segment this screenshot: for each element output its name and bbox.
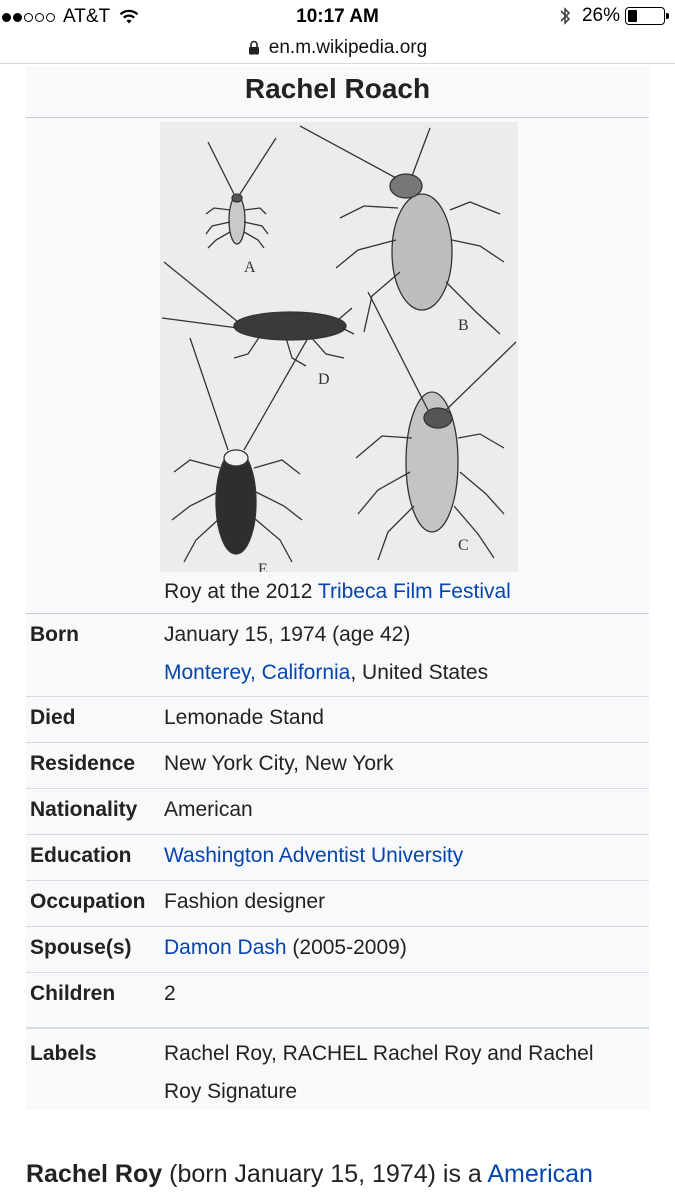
infobox: Rachel Roach A B C D E Roy at the 2012 T… bbox=[26, 66, 649, 1110]
spouse-value: Damon Dash (2005-2009) bbox=[164, 929, 649, 972]
lead-link-american[interactable]: American bbox=[487, 1160, 593, 1188]
occupation-label: Occupation bbox=[30, 890, 146, 913]
image-caption: Roy at the 2012 Tribeca Film Festival bbox=[26, 580, 649, 604]
battery-icon bbox=[625, 7, 669, 25]
infobox-row-spouse: Spouse(s) Damon Dash (2005-2009) bbox=[26, 927, 649, 973]
battery-percent: 26% bbox=[581, 5, 620, 26]
infobox-row-occupation: Occupation Fashion designer bbox=[26, 881, 649, 927]
figure-letter-d: D bbox=[318, 371, 330, 388]
nationality-label: Nationality bbox=[30, 798, 138, 821]
spouse-label: Spouse(s) bbox=[30, 936, 132, 959]
labels-line-2: Roy Signature bbox=[164, 1080, 298, 1103]
labels-value: Rachel Roy, RACHEL Rachel Roy and Rachel… bbox=[164, 1035, 649, 1110]
education-label: Education bbox=[30, 844, 132, 867]
born-place-link[interactable]: Monterey, California bbox=[164, 661, 350, 684]
residence-value: New York City, New York bbox=[164, 752, 394, 775]
born-value: January 15, 1974 (age 42) Monterey, Cali… bbox=[164, 616, 649, 696]
cockroach-illustration[interactable]: A B C D E bbox=[160, 122, 518, 572]
born-place: Monterey, California, United States bbox=[164, 654, 649, 692]
infobox-row-nationality: Nationality American bbox=[26, 789, 649, 835]
born-date: January 15, 1974 (age 42) bbox=[164, 623, 411, 646]
lead-name: Rachel Roy bbox=[26, 1160, 163, 1188]
nationality-value: American bbox=[164, 798, 253, 821]
lock-icon bbox=[248, 40, 259, 55]
bluetooth-icon bbox=[560, 7, 571, 25]
figure-letter-e: E bbox=[258, 561, 268, 572]
died-value: Lemonade Stand bbox=[164, 706, 324, 729]
infobox-row-children: Children 2 bbox=[26, 973, 649, 1028]
children-value: 2 bbox=[164, 982, 176, 1005]
url-domain: en.m.wikipedia.org bbox=[268, 36, 428, 58]
caption-link-tribeca[interactable]: Tribeca Film Festival bbox=[318, 580, 511, 603]
born-place-rest: , United States bbox=[350, 661, 489, 684]
education-value: Washington Adventist University bbox=[164, 837, 649, 880]
born-label: Born bbox=[30, 623, 79, 646]
occupation-value: Fashion designer bbox=[164, 890, 326, 913]
lead-paragraph: Rachel Roy (born January 15, 1974) is a … bbox=[26, 1160, 593, 1189]
caption-text: Roy at the 2012 bbox=[164, 580, 318, 603]
education-link[interactable]: Washington Adventist University bbox=[164, 844, 463, 867]
figure-letter-a: A bbox=[244, 259, 256, 276]
labels-label: Labels bbox=[30, 1042, 97, 1065]
infobox-row-born: Born January 15, 1974 (age 42) Monterey,… bbox=[26, 614, 649, 697]
figure-letter-c: C bbox=[458, 537, 469, 554]
died-label: Died bbox=[30, 706, 76, 729]
infobox-row-labels: Labels Rachel Roy, RACHEL Rachel Roy and… bbox=[26, 1028, 649, 1110]
residence-label: Residence bbox=[30, 752, 136, 775]
infobox-row-education: Education Washington Adventist Universit… bbox=[26, 835, 649, 881]
figure-letter-b: B bbox=[458, 317, 469, 334]
infobox-image-section: A B C D E Roy at the 2012 Tribeca Film F… bbox=[26, 118, 649, 614]
lead-text: (born January 15, 1974) is a bbox=[162, 1160, 488, 1188]
infobox-title: Rachel Roach bbox=[26, 66, 649, 118]
spouse-link[interactable]: Damon Dash bbox=[164, 936, 287, 959]
labels-line-1: Rachel Roy, RACHEL Rachel Roy and Rachel bbox=[164, 1042, 594, 1065]
children-label: Children bbox=[30, 982, 116, 1005]
infobox-row-died: Died Lemonade Stand bbox=[26, 697, 649, 743]
infobox-row-residence: Residence New York City, New York bbox=[26, 743, 649, 789]
status-bar: AT&T 10:17 AM 26% bbox=[0, 0, 675, 34]
status-right: 26% bbox=[558, 5, 669, 27]
address-bar[interactable]: en.m.wikipedia.org bbox=[0, 32, 675, 64]
spouse-years: (2005-2009) bbox=[286, 936, 407, 959]
